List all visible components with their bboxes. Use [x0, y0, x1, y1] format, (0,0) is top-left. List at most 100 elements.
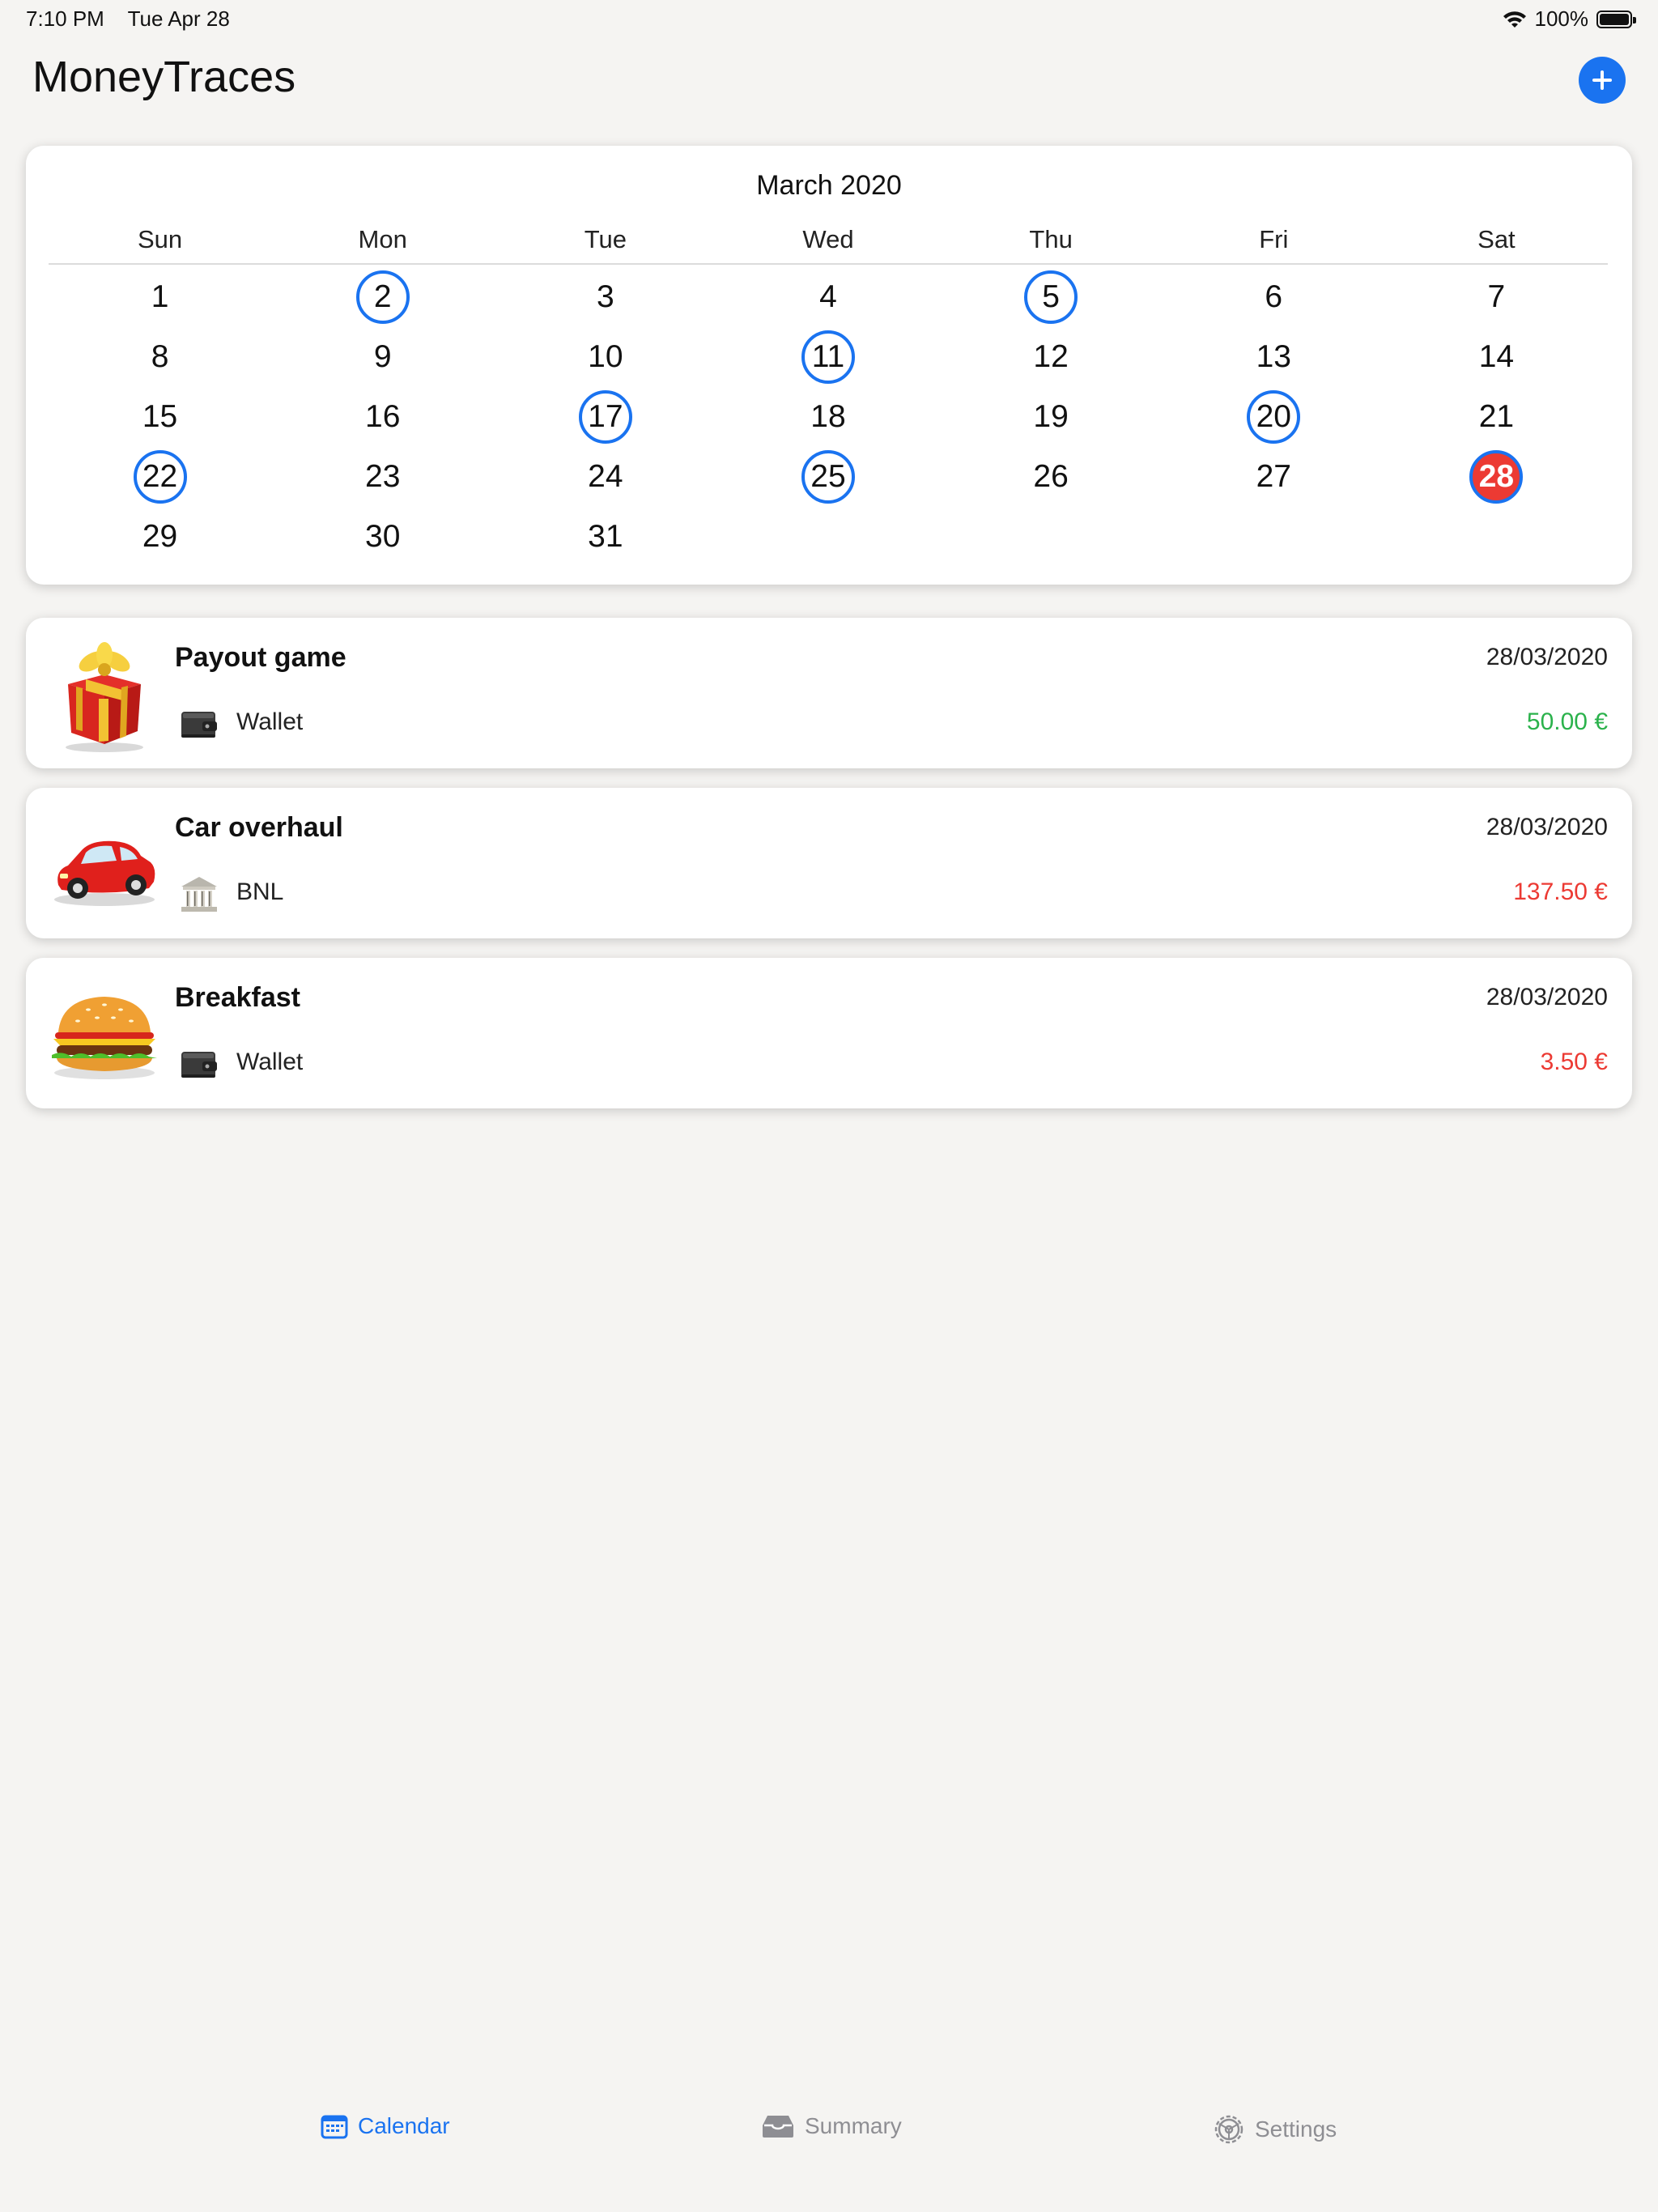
calendar-day[interactable]: 7 [1385, 267, 1608, 327]
calendar-day[interactable]: 28 [1385, 447, 1608, 507]
calendar-day[interactable]: 1 [49, 267, 271, 327]
calendar-day[interactable]: 15 [49, 387, 271, 447]
calendar-day-number: 24 [588, 459, 623, 494]
calendar-day-number: 17 [578, 390, 632, 444]
calendar-day-number: 11 [801, 330, 855, 384]
weekday-label: Wed [802, 225, 854, 253]
burger-icon [44, 974, 165, 1095]
transaction-title: Breakfast [175, 982, 300, 1013]
gear-icon [1214, 2115, 1244, 2144]
calendar-day[interactable]: 23 [271, 447, 494, 507]
page-title: MoneyTraces [32, 53, 296, 101]
weekday-label: Tue [584, 225, 627, 253]
calendar-day-number: 12 [1033, 339, 1069, 374]
calendar-day[interactable]: 4 [716, 267, 939, 327]
tab-bar: Calendar Summary Settings [0, 2113, 1658, 2180]
wallet-icon [178, 704, 220, 746]
transaction-date: 28/03/2020 [1486, 644, 1608, 670]
calendar-day-number: 14 [1478, 339, 1515, 374]
tab-settings-label: Settings [1255, 2116, 1337, 2142]
calendar-day[interactable]: 17 [494, 387, 716, 447]
transaction-row[interactable]: Breakfast 28/03/2020 Wallet 3.50 € [26, 958, 1632, 1108]
transaction-row[interactable]: Payout game 28/03/2020 Wallet 50.00 € [26, 618, 1632, 768]
calendar-day-number: 22 [133, 450, 187, 504]
transaction-date: 28/03/2020 [1486, 814, 1608, 840]
calendar-day-number: 1 [151, 279, 169, 314]
calendar-day-number: 27 [1256, 459, 1291, 494]
calendar-day[interactable]: 6 [1163, 267, 1385, 327]
calendar-day-number: 6 [1265, 279, 1283, 314]
transaction-account: BNL [236, 878, 284, 905]
calendar-day-number-today: 28 [1469, 450, 1524, 504]
calendar-days-grid: 1 2 3 4 5 6 7 8 9 10 11 12 13 14 15 16 17 18 19 20 21 22 23 24 2… [49, 267, 1608, 567]
calendar-day[interactable]: 25 [716, 447, 939, 507]
calendar-day[interactable]: 2 [271, 267, 494, 327]
tab-settings[interactable]: Settings [1213, 2113, 1337, 2146]
tab-summary[interactable]: Summary [761, 2113, 902, 2139]
add-transaction-button[interactable] [1579, 57, 1626, 104]
calendar-day-number: 15 [142, 399, 178, 434]
transaction-account: Wallet [236, 1049, 304, 1075]
transaction-row[interactable]: Car overhaul 28/03/2020 BNL 137.50 € [26, 788, 1632, 938]
calendar-day[interactable]: 24 [494, 447, 716, 507]
calendar-day[interactable]: 3 [494, 267, 716, 327]
calendar-day[interactable]: 13 [1163, 327, 1385, 387]
battery-percent: 100% [1534, 6, 1589, 31]
weekday-label: Sat [1477, 225, 1516, 253]
calendar-day-number: 4 [819, 279, 837, 314]
plus-icon [1592, 70, 1612, 90]
status-time: 7:10 PM [26, 6, 104, 31]
calendar-day-number: 3 [596, 279, 614, 314]
calendar-day-number: 10 [588, 339, 623, 374]
calendar-day-number: 16 [365, 399, 401, 434]
calendar-day[interactable]: 26 [940, 447, 1163, 507]
weekday-label: Fri [1259, 225, 1289, 253]
calendar-day-number: 26 [1033, 459, 1069, 494]
bank-icon [178, 874, 220, 916]
tab-summary-label: Summary [805, 2113, 902, 2138]
calendar-day[interactable]: 27 [1163, 447, 1385, 507]
gift-icon [44, 634, 165, 755]
car-icon [44, 804, 165, 925]
transaction-title: Payout game [175, 642, 346, 673]
status-date: Tue Apr 28 [127, 6, 230, 31]
transaction-amount: 137.50 € [1513, 878, 1608, 905]
tray-icon [763, 2116, 793, 2138]
calendar-day[interactable]: 20 [1163, 387, 1385, 447]
calendar-day[interactable]: 21 [1385, 387, 1608, 447]
status-left: 7:10 PM Tue Apr 28 [26, 6, 248, 32]
calendar-day-number: 9 [373, 339, 392, 374]
calendar-day-number: 13 [1256, 339, 1291, 374]
battery-fill [1600, 13, 1629, 25]
calendar-icon [321, 2115, 348, 2139]
calendar-day[interactable]: 22 [49, 447, 271, 507]
wifi-icon [1503, 11, 1526, 28]
tab-calendar-label: Calendar [358, 2113, 450, 2138]
calendar-day-number: 30 [365, 519, 401, 554]
calendar-day[interactable]: 31 [494, 507, 716, 567]
calendar-day[interactable]: 16 [271, 387, 494, 447]
calendar-day[interactable]: 12 [940, 327, 1163, 387]
calendar-day[interactable]: 18 [716, 387, 939, 447]
calendar-day[interactable]: 19 [940, 387, 1163, 447]
tab-calendar[interactable]: Calendar [321, 2113, 450, 2139]
wallet-icon [178, 1044, 220, 1086]
calendar-day-number: 18 [810, 399, 846, 434]
calendar-day[interactable]: 30 [271, 507, 494, 567]
weekday-divider [49, 263, 1608, 265]
calendar-day-number: 8 [151, 339, 169, 374]
calendar-month-title: March 2020 [756, 170, 902, 201]
calendar-day[interactable]: 10 [494, 327, 716, 387]
status-bar: 7:10 PM Tue Apr 28 100% [0, 0, 1658, 39]
calendar-day-number: 2 [355, 270, 410, 324]
calendar-day[interactable]: 9 [271, 327, 494, 387]
calendar-day[interactable]: 29 [49, 507, 271, 567]
calendar-day[interactable]: 14 [1385, 327, 1608, 387]
calendar-card: March 2020 Sun Mon Tue Wed Thu Fri Sat 1234567… [26, 146, 1632, 585]
calendar-day[interactable]: 5 [940, 267, 1163, 327]
calendar-day-number: 25 [801, 450, 855, 504]
transaction-amount: 50.00 € [1526, 708, 1608, 735]
calendar-day[interactable]: 8 [49, 327, 271, 387]
battery-icon [1596, 10, 1636, 28]
calendar-day[interactable]: 11 [716, 327, 939, 387]
